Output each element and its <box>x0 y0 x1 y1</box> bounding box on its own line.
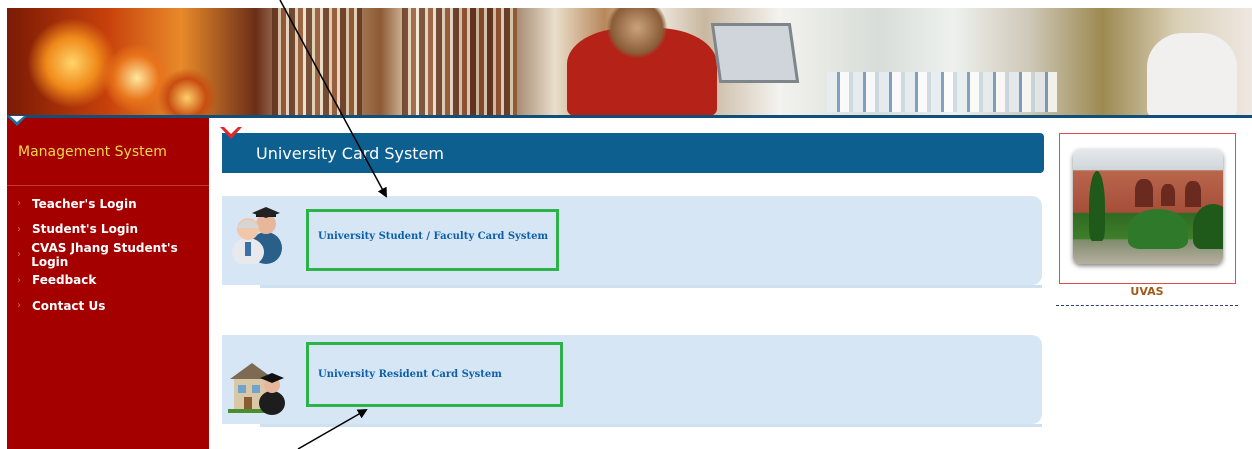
card-panel-student-faculty: University Student / Faculty Card System <box>222 196 1042 288</box>
campus-photo <box>1073 149 1223 264</box>
sidebar-item-teachers-login[interactable]: › Teacher's Login <box>17 191 209 217</box>
panel-shadow <box>260 424 1042 427</box>
sidebar-item-label[interactable]: Teacher's Login <box>32 197 137 211</box>
bullet-arrow-icon: › <box>17 223 21 235</box>
sidebar: Management System › Teacher's Login › St… <box>7 116 209 449</box>
house-graduate-icon <box>228 363 285 415</box>
sidebar-divider <box>7 185 209 186</box>
sidebar-menu: › Teacher's Login › Student's Login › CV… <box>17 191 209 319</box>
sidebar-item-label[interactable]: Student's Login <box>32 222 138 236</box>
photo-caption: UVAS <box>1130 285 1164 298</box>
bullet-arrow-icon: › <box>17 198 21 210</box>
student-faculty-card-link[interactable]: University Student / Faculty Card System <box>318 231 548 242</box>
campus-photo-frame <box>1059 133 1236 284</box>
resident-card-link[interactable]: University Resident Card System <box>318 369 502 380</box>
sidebar-item-label[interactable]: CVAS Jhang Student's Login <box>31 241 209 269</box>
sidebar-item-cvas-jhang-login[interactable]: › CVAS Jhang Student's Login <box>17 241 209 269</box>
bullet-arrow-icon: › <box>17 249 21 261</box>
sidebar-item-students-login[interactable]: › Student's Login <box>17 217 209 243</box>
sidebar-item-label[interactable]: Contact Us <box>32 299 105 313</box>
sidebar-item-contact-us[interactable]: › Contact Us <box>17 293 209 319</box>
chevron-down-icon <box>220 127 242 139</box>
page-title: University Card System <box>256 144 444 163</box>
bullet-arrow-icon: › <box>17 274 21 286</box>
people-icon <box>232 207 282 264</box>
header-banner-image <box>7 8 1252 118</box>
sidebar-item-label[interactable]: Feedback <box>32 273 96 287</box>
sidebar-title: Management System <box>18 144 167 160</box>
chevron-down-icon <box>7 116 27 126</box>
page: { "sidebar": { "title": "Management Syst… <box>0 0 1252 449</box>
sidebar-item-feedback[interactable]: › Feedback <box>17 268 209 294</box>
bullet-arrow-icon: › <box>17 300 21 312</box>
panel-shadow <box>260 285 1042 288</box>
caption-divider <box>1056 305 1238 306</box>
card-panel-resident: University Resident Card System <box>222 335 1042 427</box>
section-header: University Card System <box>220 127 1044 173</box>
